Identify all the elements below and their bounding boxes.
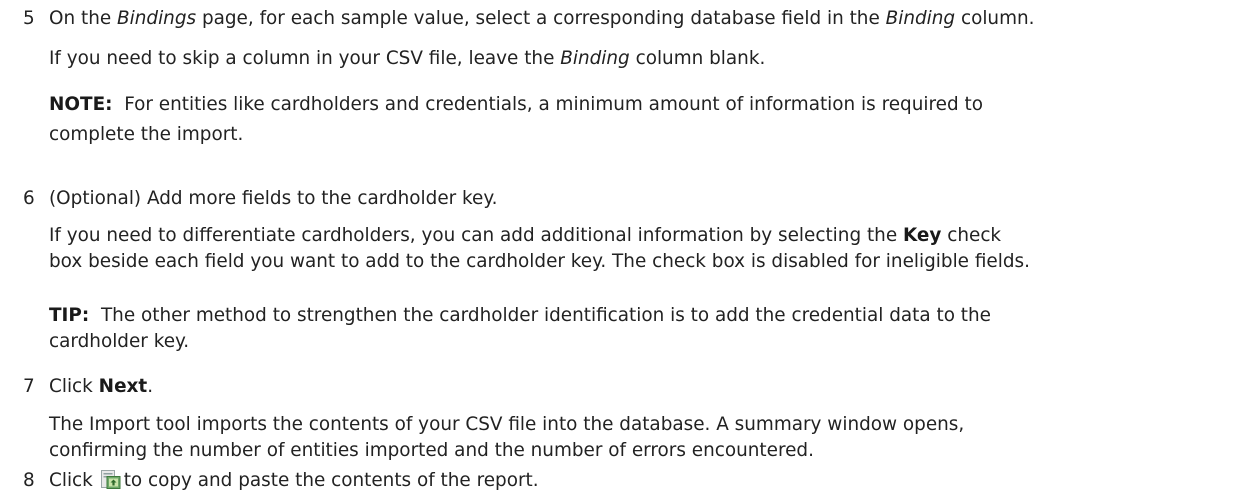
ui-column-name: Binding — [560, 48, 630, 69]
note-text: For entities like cardholders and creden… — [124, 94, 983, 115]
tip-text-cont: cardholder key. — [49, 331, 190, 352]
note-text-cont: complete the import. — [49, 124, 244, 145]
text: If you need to differentiate cardholders… — [49, 225, 903, 246]
step-7-detail: The Import tool imports the contents of … — [49, 410, 1229, 466]
text: column blank. — [629, 48, 766, 69]
step-number: 8 — [23, 470, 35, 490]
step-5-instruction: On the Bindings page, for each sample va… — [49, 4, 1035, 34]
text: check — [941, 225, 1002, 246]
tip-label: TIP: — [49, 305, 90, 326]
ui-next-button-name: Next — [98, 376, 148, 397]
step-7-instruction: Click Next. — [49, 372, 153, 402]
text: column. — [955, 8, 1035, 29]
step-6-instruction: (Optional) Add more fields to the cardho… — [49, 188, 498, 209]
text: Click — [49, 470, 93, 490]
text: On the — [49, 8, 118, 29]
step-number: 6 — [23, 188, 35, 209]
step-8-instruction: Click to copy and paste the contents of … — [49, 466, 539, 490]
text: confirming the number of entities import… — [49, 440, 814, 461]
text: to copy and paste the contents of the re… — [123, 470, 539, 490]
step-6-detail: If you need to differentiate cardholders… — [49, 221, 1229, 277]
step-number: 5 — [23, 8, 35, 29]
text: If you need to skip a column in your CSV… — [49, 48, 561, 69]
tip-block: TIP: The other method to strengthen the … — [49, 301, 1229, 357]
text: Click — [49, 376, 99, 397]
copy-report-icon — [100, 469, 121, 489]
ui-key-checkbox-name: Key — [903, 225, 942, 246]
text: . — [147, 376, 154, 397]
text: page, for each sample value, select a co… — [196, 8, 886, 29]
text: box beside each field you want to add to… — [49, 251, 1030, 272]
tip-text: The other method to strengthen the cardh… — [100, 305, 991, 326]
note-label: NOTE: — [49, 94, 113, 115]
step-number: 7 — [23, 376, 35, 397]
note-block: NOTE: For entities like cardholders and … — [49, 90, 1229, 150]
ui-page-name: Bindings — [117, 8, 197, 29]
step-5-detail: If you need to skip a column in your CSV… — [49, 44, 765, 74]
ui-column-name: Binding — [885, 8, 956, 29]
